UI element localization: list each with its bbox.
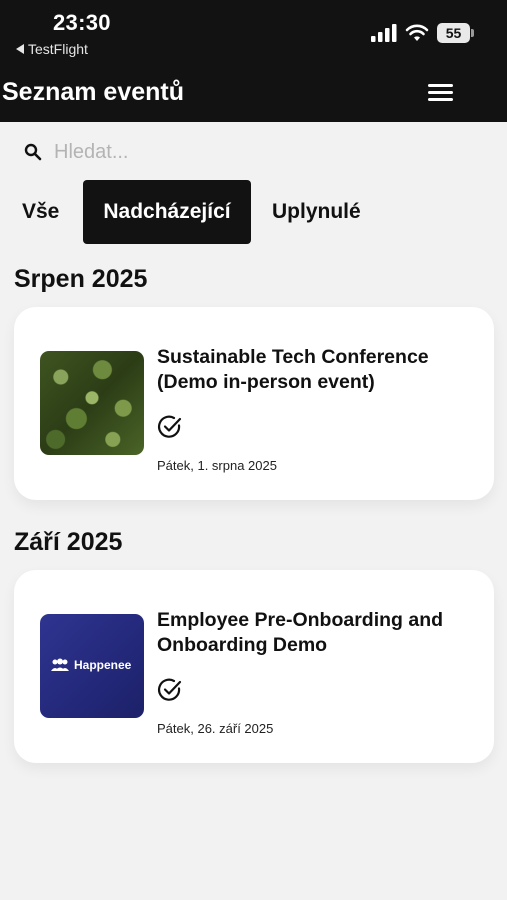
month-heading: Září 2025 (14, 528, 123, 556)
back-arrow-icon (16, 44, 24, 54)
happenee-logo-text: Happenee (74, 658, 132, 672)
page-title: Seznam eventů (2, 78, 185, 106)
event-title: Sustainable Tech Conference (Demo in-per… (157, 346, 429, 393)
check-circle-icon (157, 678, 182, 701)
event-date: Pátek, 1. srpna 2025 (157, 458, 277, 473)
tab-vse[interactable]: Vše (8, 180, 73, 244)
month-heading: Srpen 2025 (14, 265, 148, 293)
battery-cap (471, 29, 474, 37)
battery-level: 55 (437, 23, 470, 43)
people-icon (51, 658, 69, 671)
battery-indicator: 55 (437, 23, 474, 43)
search-bar (24, 136, 484, 168)
forest-photo (40, 351, 144, 455)
event-date: Pátek, 26. září 2025 (157, 721, 274, 736)
search-input[interactable] (54, 140, 454, 164)
happenee-logo-image: Happenee (40, 614, 144, 718)
tab-nadchazejici[interactable]: Nadcházející (83, 180, 251, 244)
event-thumbnail (40, 351, 144, 455)
search-icon (24, 143, 42, 161)
event-thumbnail: Happenee (40, 614, 144, 718)
event-card[interactable]: Happenee Employee Pre-Onboarding and Onb… (14, 570, 494, 763)
event-title: Employee Pre-Onboarding and Onboarding D… (157, 609, 444, 656)
cellular-signal-icon (371, 24, 397, 42)
status-time: 23:30 (53, 10, 111, 35)
back-app-label: TestFlight (28, 41, 88, 57)
tab-uplynule[interactable]: Uplynulé (258, 180, 375, 244)
top-bar: 23:30 TestFlight 55 Seznam eventů (0, 0, 507, 122)
hamburger-menu-button[interactable] (422, 80, 458, 106)
event-card[interactable]: Sustainable Tech Conference (Demo in-per… (14, 307, 494, 500)
check-circle-icon (157, 415, 182, 438)
back-to-app-link[interactable]: TestFlight (16, 41, 88, 57)
wifi-icon (405, 24, 429, 41)
